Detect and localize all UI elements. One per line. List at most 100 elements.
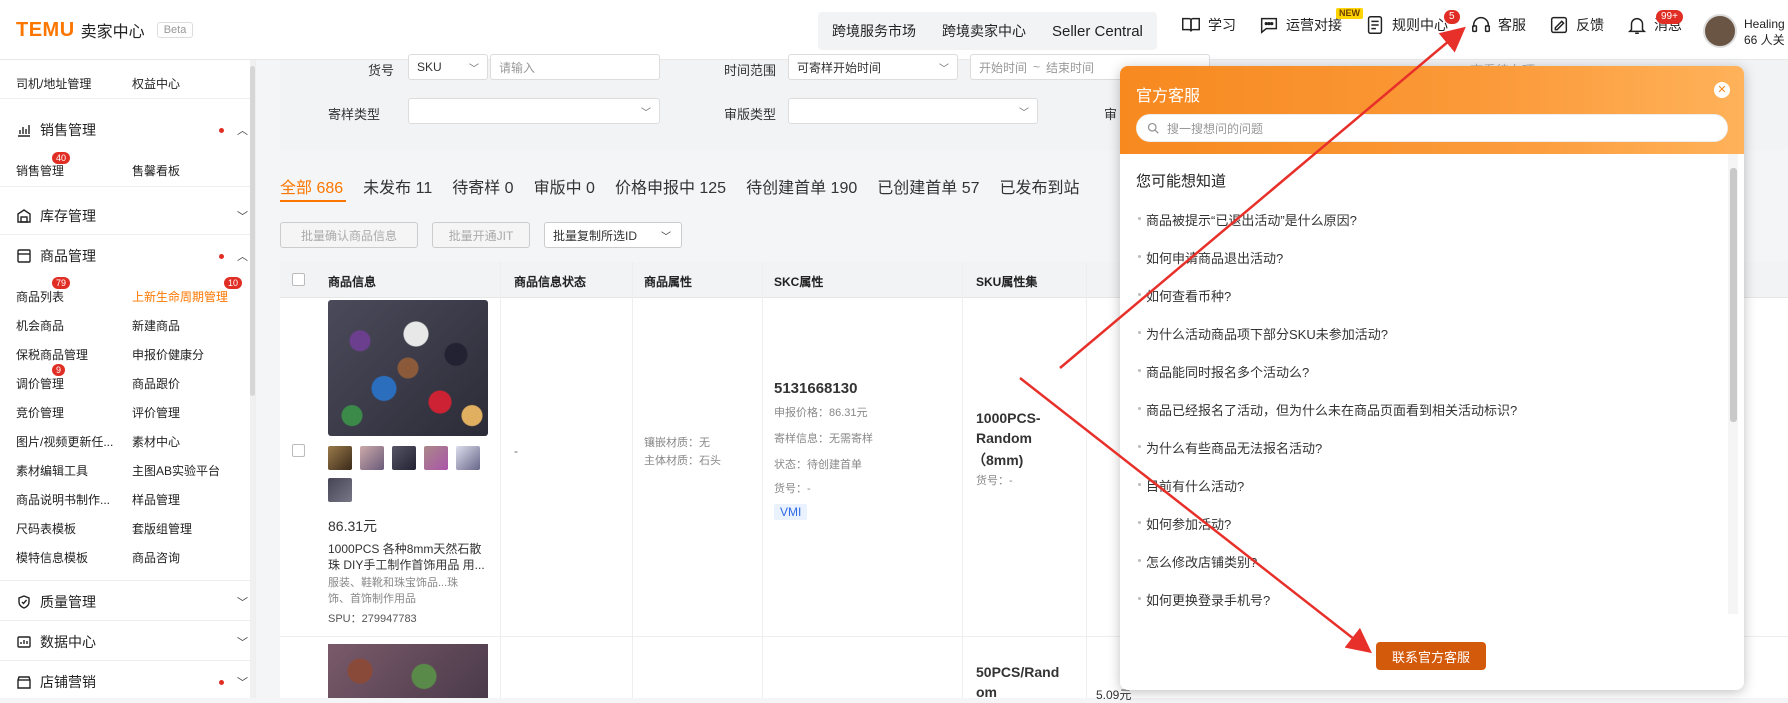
review-type-select[interactable]: ﹀ [788,98,1038,124]
nav-cross-border-market[interactable]: 跨境服务市场 [832,21,916,41]
sidebar-section-marketing[interactable]: 店铺营销 ﹀ [16,672,248,692]
user-info[interactable]: Healing 66 人关 [1744,16,1785,48]
huohao-type-select[interactable]: SKU ﹀ [408,54,488,80]
product-thumbnail[interactable] [456,446,480,470]
tool-learn[interactable]: 学习 [1180,14,1236,36]
tab-price-declaring[interactable]: 价格申报中 125 [615,174,726,198]
product-title-line2[interactable]: 珠 DIY手工制作首饰用品 用... [328,556,485,573]
sidebar-item-goods[interactable]: 图片/视频更新任... [16,433,113,450]
sidebar-item-goods[interactable]: 商品列表 [16,288,64,305]
faq-item[interactable]: 商品能同时报名多个活动么? [1137,362,1309,381]
sidebar-scrollbar[interactable] [250,60,255,698]
product-thumbnail[interactable] [328,446,352,470]
product-thumbnail[interactable] [392,446,416,470]
chevron-down-icon: ﹀ [1019,107,1029,119]
row-checkbox[interactable] [292,444,305,457]
nav-seller-central[interactable]: Seller Central [1052,23,1143,40]
sidebar-item-goods[interactable]: 素材编辑工具 [16,462,88,479]
select-all-checkbox[interactable] [292,273,305,286]
tab-unpublished[interactable]: 未发布 11 [363,174,432,198]
range-separator: ~ [1033,60,1041,74]
panel-scrollbar[interactable] [1728,154,1738,614]
tab-awaiting-sample[interactable]: 待寄样 0 [452,174,513,198]
tab-all[interactable]: 全部 686 [280,174,343,198]
sidebar-item-goods[interactable]: 主图AB实验平台 [132,462,220,479]
product-image[interactable] [328,644,488,698]
tab-in-review[interactable]: 审版中 0 [534,174,595,198]
sidebar-item-goods[interactable]: 保税商品管理 [16,346,88,363]
count-badge: 9 [52,364,66,376]
sidebar-item-goods[interactable]: 商品说明书制作... [16,491,110,508]
sidebar-item-benefits[interactable]: 权益中心 [132,75,180,92]
sidebar-item-goods[interactable]: 商品咨询 [132,549,180,566]
faq-item[interactable]: 目前有什么活动? [1137,476,1244,495]
sidebar-item-goods[interactable]: 新建商品 [132,317,180,334]
tool-messages[interactable]: 消息 99+ [1626,10,1683,36]
sidebar-item-goods[interactable]: 机会商品 [16,317,64,334]
skc-id[interactable]: 5131668130 [774,380,857,397]
col-skc: SKC属性 [774,275,824,289]
scroll-thumb[interactable] [250,66,255,396]
sidebar-item-sales[interactable]: 销售管理 [16,162,64,179]
sidebar-section-data[interactable]: 数据中心 ﹀ [16,632,248,652]
sidebar-item-goods[interactable]: 评价管理 [132,404,180,421]
tool-rules[interactable]: 规则中心 5 [1364,10,1460,36]
faq-item[interactable]: 为什么活动商品项下部分SKU未参加活动? [1138,324,1388,343]
sidebar-item-goods[interactable]: 调价管理 [16,375,64,392]
product-thumbnail[interactable] [360,446,384,470]
sidebar-item-goods[interactable]: 模特信息模板 [16,549,88,566]
faq-item[interactable]: 商品被提示“已退出活动”是什么原因? [1138,210,1357,229]
time-type-select[interactable]: 可寄样开始时间 ﹀ [788,54,958,80]
product-title-line1[interactable]: 1000PCS 各种8mm天然石散 [328,540,481,557]
batch-confirm-button[interactable]: 批量确认商品信息 [280,222,418,248]
faq-search-input[interactable]: 搜一搜想问的问题 [1136,114,1728,142]
sidebar-item-driver[interactable]: 司机/地址管理 [16,75,91,92]
sidebar-item-goods[interactable]: 尺码表模板 [16,520,76,537]
col-product-info: 商品信息 [328,275,377,289]
sidebar-item-goods[interactable]: 素材中心 [132,433,180,450]
tool-service[interactable]: 客服 [1470,14,1526,36]
skc-huohao: 货号：- [774,483,811,495]
sidebar-item-goods[interactable]: 上新生命周期管理 [132,288,228,305]
warehouse-icon [17,209,31,223]
sidebar-item-sellout[interactable]: 售馨看板 [132,162,180,179]
sidebar-item-goods[interactable]: 申报价健康分 [132,346,204,363]
product-thumbnail[interactable] [424,446,448,470]
tool-ops[interactable]: 运营对接 NEW [1258,8,1363,36]
faq-item[interactable]: 如何更换登录手机号? [1137,590,1270,609]
batch-jit-button[interactable]: 批量开通JIT [432,222,530,248]
batch-copy-id-dropdown[interactable]: 批量复制所选ID ﹀ [544,222,682,248]
tab-published[interactable]: 已发布到站 [1000,174,1080,198]
product-thumbnail[interactable] [328,478,352,502]
avatar[interactable] [1703,14,1737,48]
logo[interactable]: TEMU 卖家中心 Beta [16,18,194,42]
sidebar-item-goods[interactable]: 套版组管理 [132,520,192,537]
tool-feedback[interactable]: 反馈 [1548,14,1604,36]
sidebar-section-goods[interactable]: 商品管理 ︿ [16,246,248,266]
divider [0,660,250,661]
sample-type-select[interactable]: ﹀ [408,98,660,124]
faq-item[interactable]: 如何申请商品退出活动? [1137,248,1283,267]
contact-service-button[interactable]: 联系官方客服 [1376,642,1486,670]
faq-item[interactable]: 怎么修改店铺类别? [1137,552,1257,571]
nav-cross-border-seller[interactable]: 跨境卖家中心 [942,21,1026,41]
shield-icon [18,595,30,609]
sidebar-section-inventory[interactable]: 库存管理 ﹀ [16,206,248,226]
sidebar-item-goods[interactable]: 样品管理 [132,491,180,508]
tab-first-order-created[interactable]: 已创建首单 57 [877,174,979,198]
scroll-thumb[interactable] [1730,168,1737,422]
sidebar-item-goods[interactable]: 商品跟价 [132,375,180,392]
faq-item[interactable]: 商品已经报名了活动，但为什么未在商品页面看到相关活动标识? [1137,400,1517,419]
faq-item[interactable]: 为什么有些商品无法报名活动? [1137,438,1322,457]
messages-badge: 99+ [1656,10,1683,24]
faq-item[interactable]: 如何参加活动? [1137,514,1231,533]
sidebar-item-goods[interactable]: 竞价管理 [16,404,64,421]
huohao-input[interactable]: 请输入 [490,54,660,80]
tab-awaiting-first-order[interactable]: 待创建首单 190 [746,174,857,198]
sidebar-section-sales[interactable]: 销售管理 ︿ [16,120,248,140]
faq-item[interactable]: 如何查看币种? [1137,286,1231,305]
column-divider [962,262,963,698]
close-icon[interactable]: ✕ [1714,82,1730,98]
sidebar-section-quality[interactable]: 质量管理 ﹀ [16,592,248,612]
product-image[interactable] [328,300,488,436]
